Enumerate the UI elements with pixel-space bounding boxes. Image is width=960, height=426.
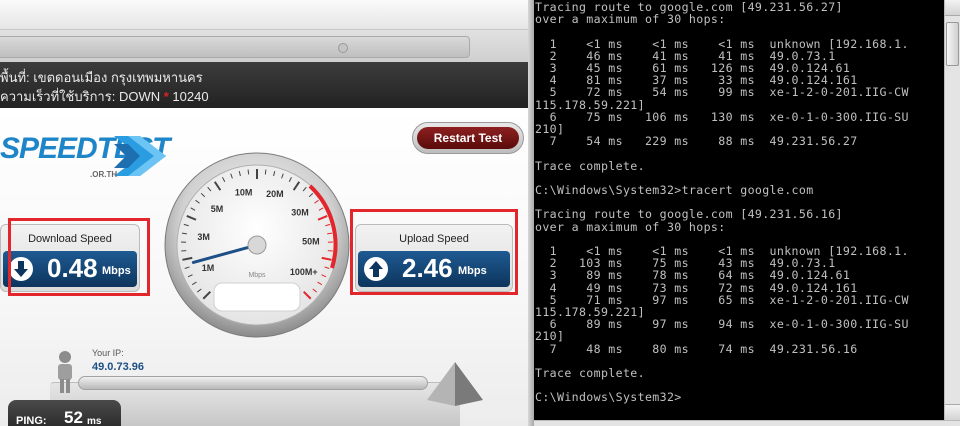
download-highlight-box <box>8 218 150 296</box>
browser-address-bar[interactable] <box>0 36 470 58</box>
gauge-tick-label: 10M <box>235 188 253 198</box>
gauge-tick-label: 3M <box>197 232 210 242</box>
gauge-hub <box>247 235 267 255</box>
progress-track <box>78 376 428 390</box>
ping-value: 52 <box>64 408 83 426</box>
speedtest-logo-sub: .OR.TH <box>90 170 118 179</box>
browser-button[interactable] <box>338 43 348 53</box>
console-line: 7 54 ms 229 ms 88 ms 49.231.56.27 <box>535 134 858 149</box>
console-line: Trace complete. <box>535 158 645 173</box>
scroll-up-button[interactable] <box>945 0 960 16</box>
ping-label: PING: <box>16 415 47 426</box>
upload-speed-value: 2.46 <box>402 253 453 283</box>
console-line: Trace complete. <box>535 366 645 380</box>
service-speed-label: ความเร็วที่ใช้บริการ: DOWN <box>0 89 161 104</box>
area-label: พื้นที่: เขตดอนเมือง กรุงเทพมหานคร <box>0 70 203 85</box>
restart-test-label: Restart Test <box>417 127 519 149</box>
service-speed-value: 10240 <box>172 89 209 104</box>
console-line: C:\Windows\System32> <box>535 390 682 405</box>
gauge-tick-label: 20M <box>266 189 284 199</box>
console-line: over a maximum of 30 hops: <box>535 12 726 27</box>
speed-gauge: 1M 3M 5M 10M 20M 30M 50M 100M+ Mbps <box>164 152 350 338</box>
speedtest-pane: พื้นที่: เขตดอนเมือง กรุงเทพมหานคร ความเ… <box>0 0 528 426</box>
gauge-tick-label: 1M <box>202 263 215 273</box>
upload-speed-card: Upload Speed 2.46 Mbps <box>355 224 513 292</box>
gauge-tick <box>264 169 267 175</box>
server-pyramid-icon <box>427 362 483 406</box>
gauge-tick-label: 100M+ <box>290 267 318 277</box>
browser-tab-strip <box>0 0 528 30</box>
upload-speed-label: Upload Speed <box>399 233 469 245</box>
console-line: over a maximum of 30 hops: <box>535 219 726 234</box>
speedtest-logo: SPEEDTEST .OR.TH <box>0 126 175 186</box>
speedtest-stage: SPEEDTEST .OR.TH Restart Test Download S… <box>0 108 528 426</box>
console-line: C:\Windows\System32>tracert google.com <box>535 183 814 197</box>
console-line: 6 89 ms 97 ms 94 ms xe-0-1-0-300.IIG-SU <box>535 317 909 332</box>
connection-info-bar: พื้นที่: เขตดอนเมือง กรุงเทพมหานคร ความเ… <box>0 62 528 108</box>
ping-panel: PING: 52 ms <box>8 400 121 426</box>
service-speed-star: * <box>163 89 169 104</box>
upload-speed-panel: 2.46 Mbps <box>358 251 510 287</box>
gauge-tick-label: 30M <box>291 207 309 217</box>
user-person-icon <box>58 351 72 393</box>
browser-toolbar <box>0 0 528 62</box>
your-ip-label: Your IP: <box>92 348 124 358</box>
upload-speed-unit: Mbps <box>458 265 487 277</box>
ping-unit: ms <box>87 416 102 426</box>
gauge-tick <box>247 169 250 175</box>
console-line: 6 75 ms 106 ms 130 ms xe-0-1-0-300.IIG-S… <box>535 109 909 124</box>
logo-chevron-icon <box>114 136 166 176</box>
gauge-tick-label: 5M <box>211 204 224 214</box>
console-vertical-scrollbar[interactable] <box>944 0 960 420</box>
upload-arrow-icon <box>364 257 388 281</box>
console-line: 7 48 ms 80 ms 74 ms 49.231.56.16 <box>535 341 858 356</box>
gauge-unit-label: Mbps <box>248 272 266 279</box>
restart-test-button[interactable]: Restart Test <box>412 122 524 154</box>
console-horizontal-scrollbar[interactable] <box>534 420 960 426</box>
scroll-thumb[interactable] <box>946 22 959 66</box>
command-prompt-console[interactable]: Tracing route to google.com [49.231.56.2… <box>534 0 944 420</box>
your-ip-value: 49.0.73.96 <box>92 361 144 373</box>
service-speed-row: ความเร็วที่ใช้บริการ: DOWN * 10240 <box>0 86 209 107</box>
scroll-down-button[interactable] <box>945 404 960 420</box>
gauge-tick-label: 50M <box>302 237 320 247</box>
